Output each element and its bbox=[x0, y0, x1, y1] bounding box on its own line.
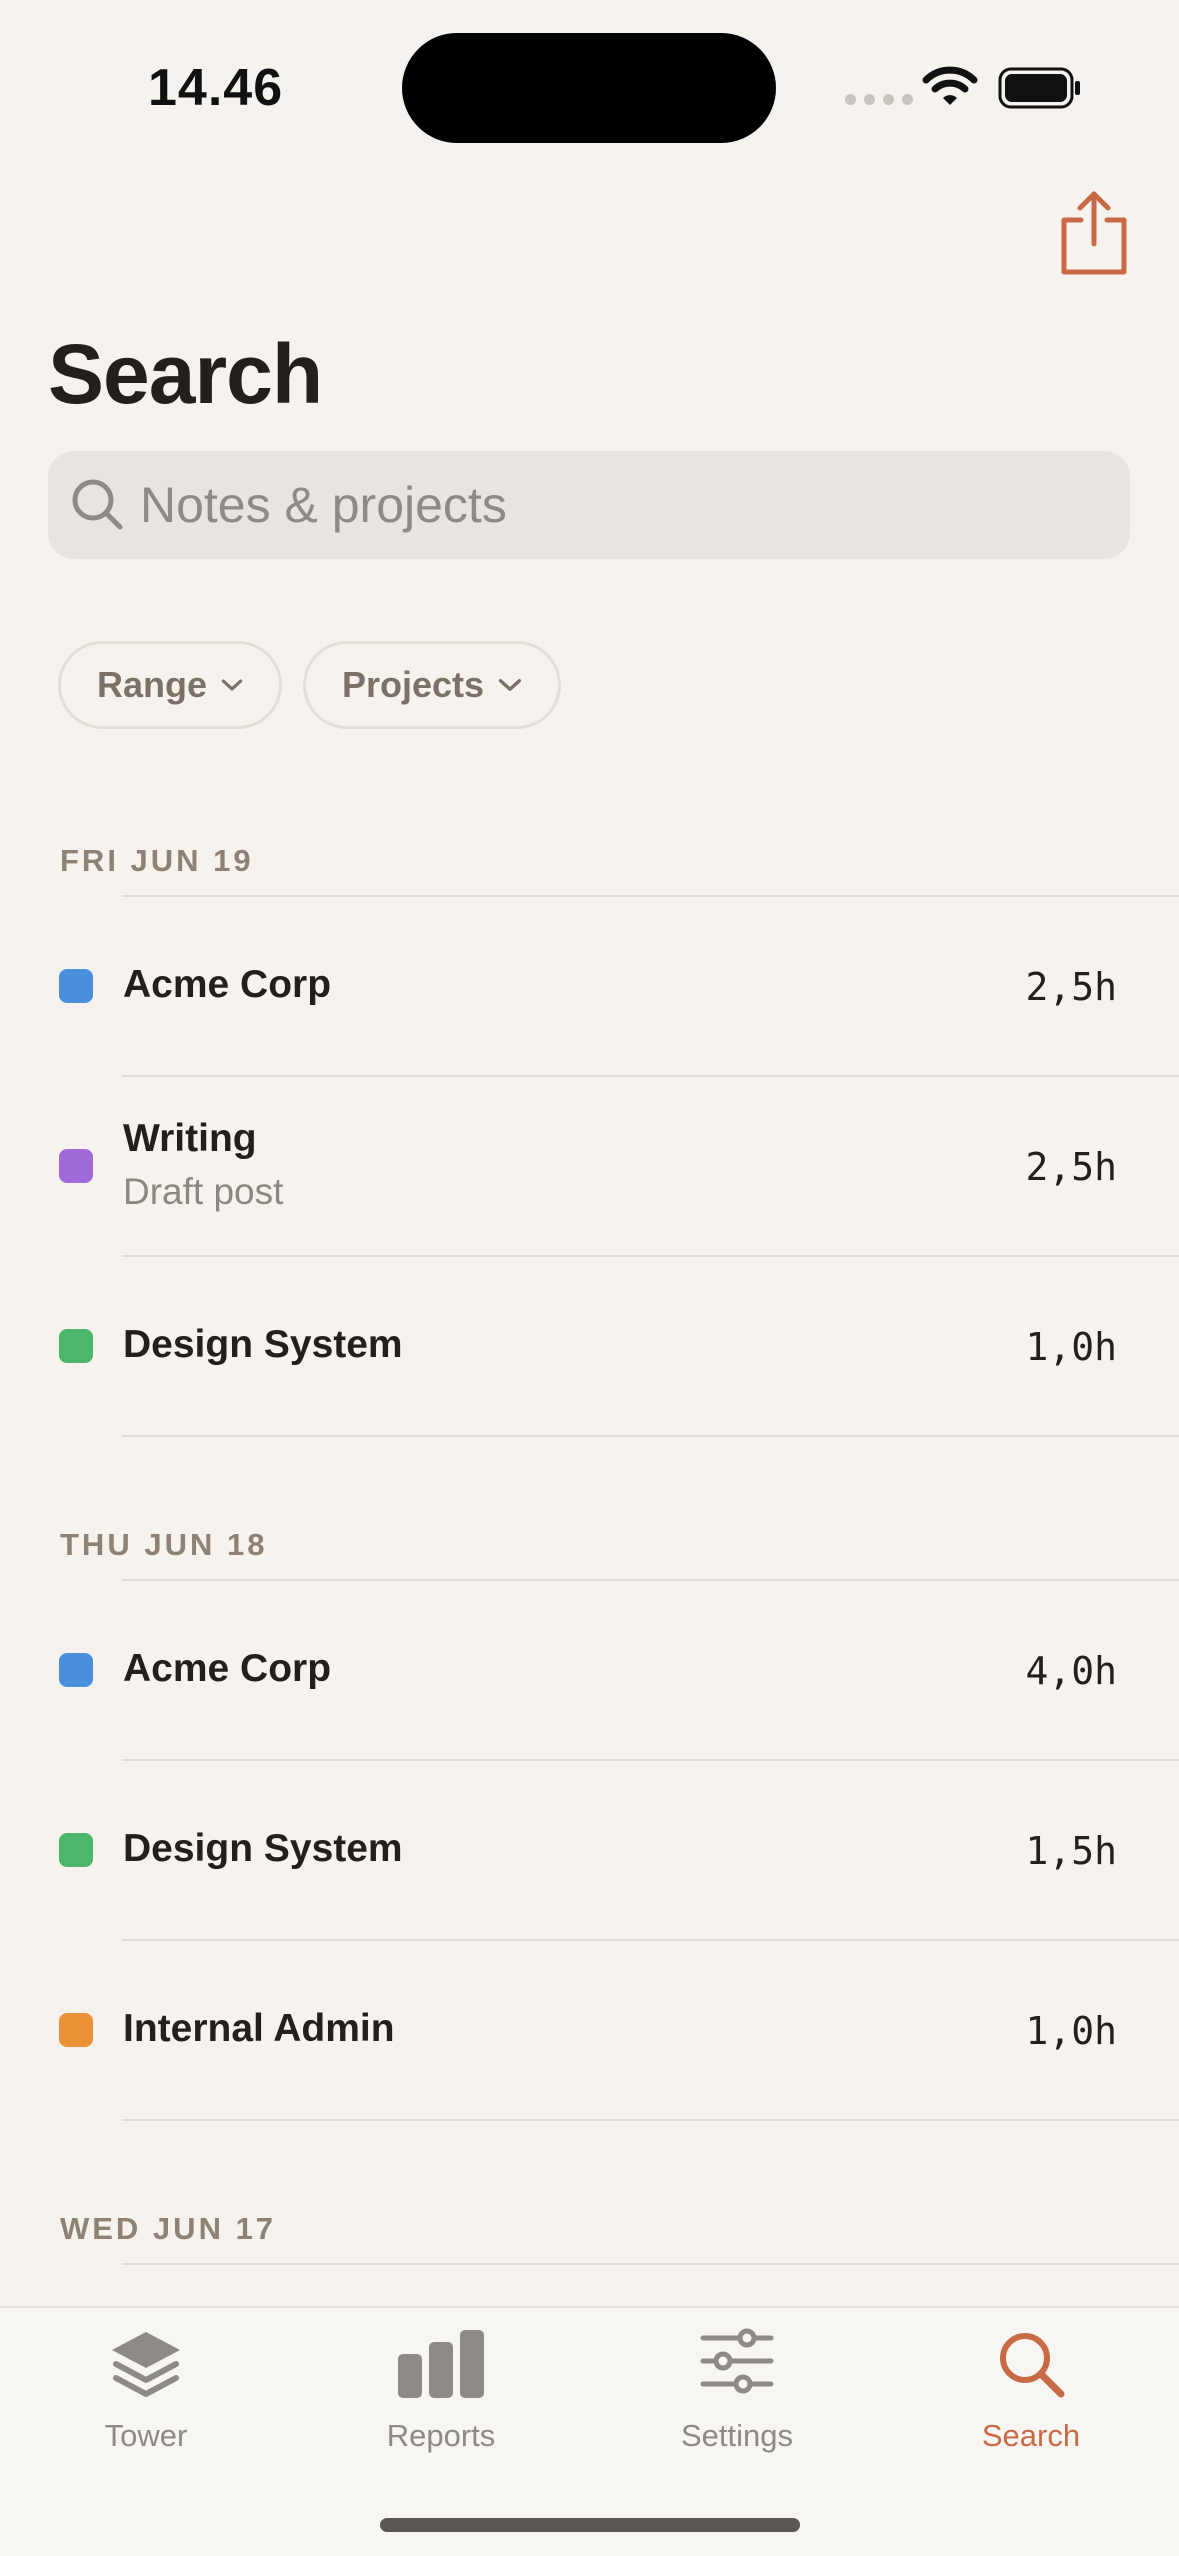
tab-label: Search bbox=[981, 2418, 1081, 2453]
duration: 2,5h bbox=[1025, 965, 1117, 1009]
share-button[interactable] bbox=[1054, 188, 1134, 278]
range-filter-button[interactable]: Range bbox=[58, 641, 282, 729]
home-indicator bbox=[380, 2518, 800, 2532]
tab-label: Settings bbox=[680, 2418, 793, 2453]
project-name: Design System bbox=[123, 1323, 403, 1366]
divider bbox=[122, 2119, 1179, 2121]
duration: 1,0h bbox=[1025, 2009, 1117, 2053]
project-color-swatch bbox=[59, 2013, 93, 2047]
duration: 2,5h bbox=[1025, 1145, 1117, 1189]
battery-icon bbox=[998, 67, 1080, 109]
chevron-down-icon bbox=[498, 679, 522, 691]
duration: 1,5h bbox=[1025, 1829, 1117, 1873]
search-bar[interactable] bbox=[48, 451, 1130, 559]
project-color-swatch bbox=[59, 1653, 93, 1687]
tab-search[interactable]: Search bbox=[916, 2308, 1146, 2468]
range-filter-label: Range bbox=[97, 664, 208, 705]
share-icon bbox=[1061, 191, 1127, 275]
project-name: Design System bbox=[123, 1827, 403, 1870]
tab-label: Reports bbox=[386, 2418, 496, 2453]
day-header: WED JUN 17 bbox=[60, 2211, 277, 2246]
search-icon bbox=[1000, 2333, 1065, 2398]
entry-row[interactable]: Acme Corp 4,0h bbox=[0, 1581, 1179, 1759]
entry-row[interactable]: Design System 1,5h bbox=[0, 1761, 1179, 1939]
project-name: Internal Admin bbox=[123, 2007, 395, 2050]
dynamic-island bbox=[402, 33, 776, 143]
tab-settings[interactable]: Settings bbox=[622, 2308, 852, 2468]
project-name: Acme Corp bbox=[123, 963, 332, 1006]
entry-row[interactable]: Internal Admin 1,0h bbox=[0, 1941, 1179, 2119]
tab-reports[interactable]: Reports bbox=[326, 2308, 556, 2468]
project-color-swatch bbox=[59, 1149, 93, 1183]
tab-tower[interactable]: Tower bbox=[31, 2308, 261, 2468]
project-color-swatch bbox=[59, 1329, 93, 1363]
projects-filter-button[interactable]: Projects bbox=[303, 641, 561, 729]
projects-filter-label: Projects bbox=[342, 664, 485, 705]
project-name: Acme Corp bbox=[123, 1647, 332, 1690]
tab-label: Tower bbox=[104, 2418, 188, 2453]
divider bbox=[122, 1435, 1179, 1437]
day-header: THU JUN 18 bbox=[60, 1527, 268, 1562]
project-color-swatch bbox=[59, 1833, 93, 1867]
entry-row[interactable]: Writing Draft post 2,5h bbox=[0, 1077, 1179, 1255]
entry-row[interactable]: Acme Corp 2,5h bbox=[0, 897, 1179, 1075]
page-title: Search bbox=[48, 327, 323, 421]
divider bbox=[122, 2263, 1179, 2265]
search-input[interactable] bbox=[140, 451, 1100, 559]
duration: 4,0h bbox=[1025, 1649, 1117, 1693]
entry-row[interactable]: Design System 1,0h bbox=[0, 1257, 1179, 1435]
project-name: Writing bbox=[123, 1117, 257, 1160]
status-time: 14.46 bbox=[148, 59, 284, 117]
wifi-icon bbox=[922, 66, 978, 105]
layers-icon bbox=[112, 2332, 180, 2397]
cellular-signal-icon bbox=[845, 94, 913, 105]
chevron-down-icon bbox=[221, 679, 243, 691]
duration: 1,0h bbox=[1025, 1325, 1117, 1369]
day-header: FRI JUN 19 bbox=[60, 843, 254, 878]
sliders-icon bbox=[700, 2328, 774, 2394]
bar-chart-icon bbox=[398, 2330, 484, 2398]
search-icon bbox=[72, 479, 123, 530]
entry-note: Draft post bbox=[123, 1171, 284, 1212]
project-color-swatch bbox=[59, 969, 93, 1003]
